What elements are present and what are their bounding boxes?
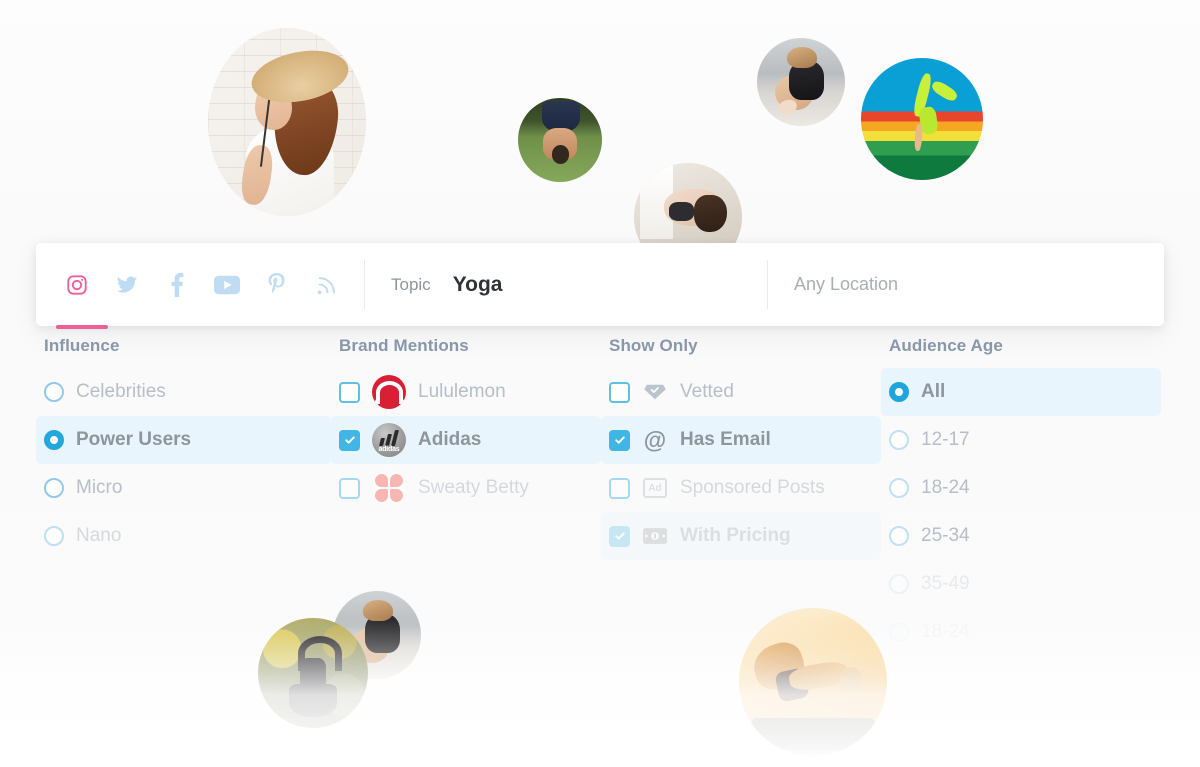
adidas-logo: adidas [372,423,406,457]
search-bar: Topic Yoga Any Location [36,243,1164,329]
location-placeholder: Any Location [794,274,899,294]
filter-option-micro[interactable]: Micro [36,464,331,512]
filter-column-brand-mentions: Brand Mentions Lululemon adidas Adidas S… [331,336,601,656]
column-title: Brand Mentions [339,336,469,355]
location-field[interactable]: Any Location [768,243,1164,326]
column-title: Show Only [609,336,698,355]
sweaty-betty-logo [372,471,406,505]
filter-option-age-25-34[interactable]: 25-34 [881,512,1161,560]
radio-icon[interactable] [889,382,909,402]
option-label: 18-24 [921,477,970,498]
radio-icon[interactable] [889,574,909,594]
option-label: Micro [76,477,123,498]
instagram-icon[interactable] [62,270,92,300]
checkbox-icon[interactable] [339,477,360,499]
radio-icon[interactable] [889,526,909,546]
checkbox-icon[interactable] [609,525,630,547]
option-label: Sweaty Betty [418,477,529,498]
option-label: All [921,381,946,402]
option-label: With Pricing [680,525,791,546]
checkbox-icon[interactable] [609,477,630,499]
topic-field[interactable]: Topic Yoga [365,243,767,326]
filter-option-age-12-17[interactable]: 12-17 [881,416,1161,464]
option-label: Lululemon [418,381,506,402]
pinterest-icon[interactable] [262,270,292,300]
checkbox-icon[interactable] [339,429,360,451]
option-label: 12-17 [921,429,970,450]
column-title: Influence [44,336,120,355]
active-network-underline [56,325,108,329]
option-label: Sponsored Posts [680,477,825,498]
filter-option-age-18-24[interactable]: 18-24 [881,464,1161,512]
option-label: Has Email [680,429,771,450]
option-label: 18-24 [921,621,970,642]
money-icon [642,525,668,547]
option-label: Vetted [680,381,734,402]
influencer-photo [757,38,845,126]
checkbox-icon[interactable] [609,381,630,403]
filter-option-sponsored-posts[interactable]: Ad Sponsored Posts [601,464,881,512]
topic-label: Topic [391,274,431,294]
filter-option-with-pricing[interactable]: With Pricing [601,512,881,560]
filter-panel: Influence Celebrities Power Users Micro … [36,336,1166,656]
lululemon-logo [372,375,406,409]
page-background: Topic Yoga Any Location Influence Celebr… [0,0,1200,767]
ad-icon: Ad [642,477,668,499]
filter-option-vetted[interactable]: Vetted [601,368,881,416]
social-network-selector [36,243,364,329]
filter-column-audience-age: Audience Age All 12-17 18-24 25-34 35-49 [881,336,1161,656]
at-icon: @ [643,426,667,453]
filter-option-lululemon[interactable]: Lululemon [331,368,601,416]
facebook-icon[interactable] [162,270,192,300]
filter-option-celebrities[interactable]: Celebrities [36,368,331,416]
filter-option-power-users[interactable]: Power Users [36,416,331,464]
diamond-icon [642,381,668,403]
checkbox-icon[interactable] [609,429,630,451]
column-title: Audience Age [889,336,1003,355]
checkbox-icon[interactable] [339,381,360,403]
radio-icon[interactable] [44,382,64,402]
filter-option-age-all[interactable]: All [881,368,1161,416]
radio-icon[interactable] [889,478,909,498]
filter-column-influence: Influence Celebrities Power Users Micro … [36,336,331,656]
topic-value: Yoga [452,272,503,296]
option-label: 35-49 [921,573,970,594]
option-label: Nano [76,525,122,546]
option-label: 25-34 [921,525,970,546]
filter-option-age-35-49[interactable]: 35-49 [881,560,1161,608]
radio-icon[interactable] [44,478,64,498]
filter-option-sweaty-betty[interactable]: Sweaty Betty [331,464,601,512]
influencer-photo [208,28,366,216]
option-label: Adidas [418,429,482,450]
radio-icon[interactable] [44,526,64,546]
twitter-icon[interactable] [112,270,142,300]
option-label: Power Users [76,429,192,450]
filter-option-age-extra[interactable]: 18-24 [881,608,1161,656]
radio-icon[interactable] [889,622,909,642]
filter-option-has-email[interactable]: @ Has Email [601,416,881,464]
influencer-photo [518,98,602,182]
radio-icon[interactable] [889,430,909,450]
influencer-photo [861,58,983,180]
option-label: Celebrities [76,381,166,402]
filter-option-adidas[interactable]: adidas Adidas [331,416,601,464]
radio-icon[interactable] [44,430,64,450]
rss-icon[interactable] [312,270,342,300]
filter-option-nano[interactable]: Nano [36,512,331,560]
filter-column-show-only: Show Only Vetted @ Has Email Ad Sponsore… [601,336,881,656]
youtube-icon[interactable] [212,270,242,300]
